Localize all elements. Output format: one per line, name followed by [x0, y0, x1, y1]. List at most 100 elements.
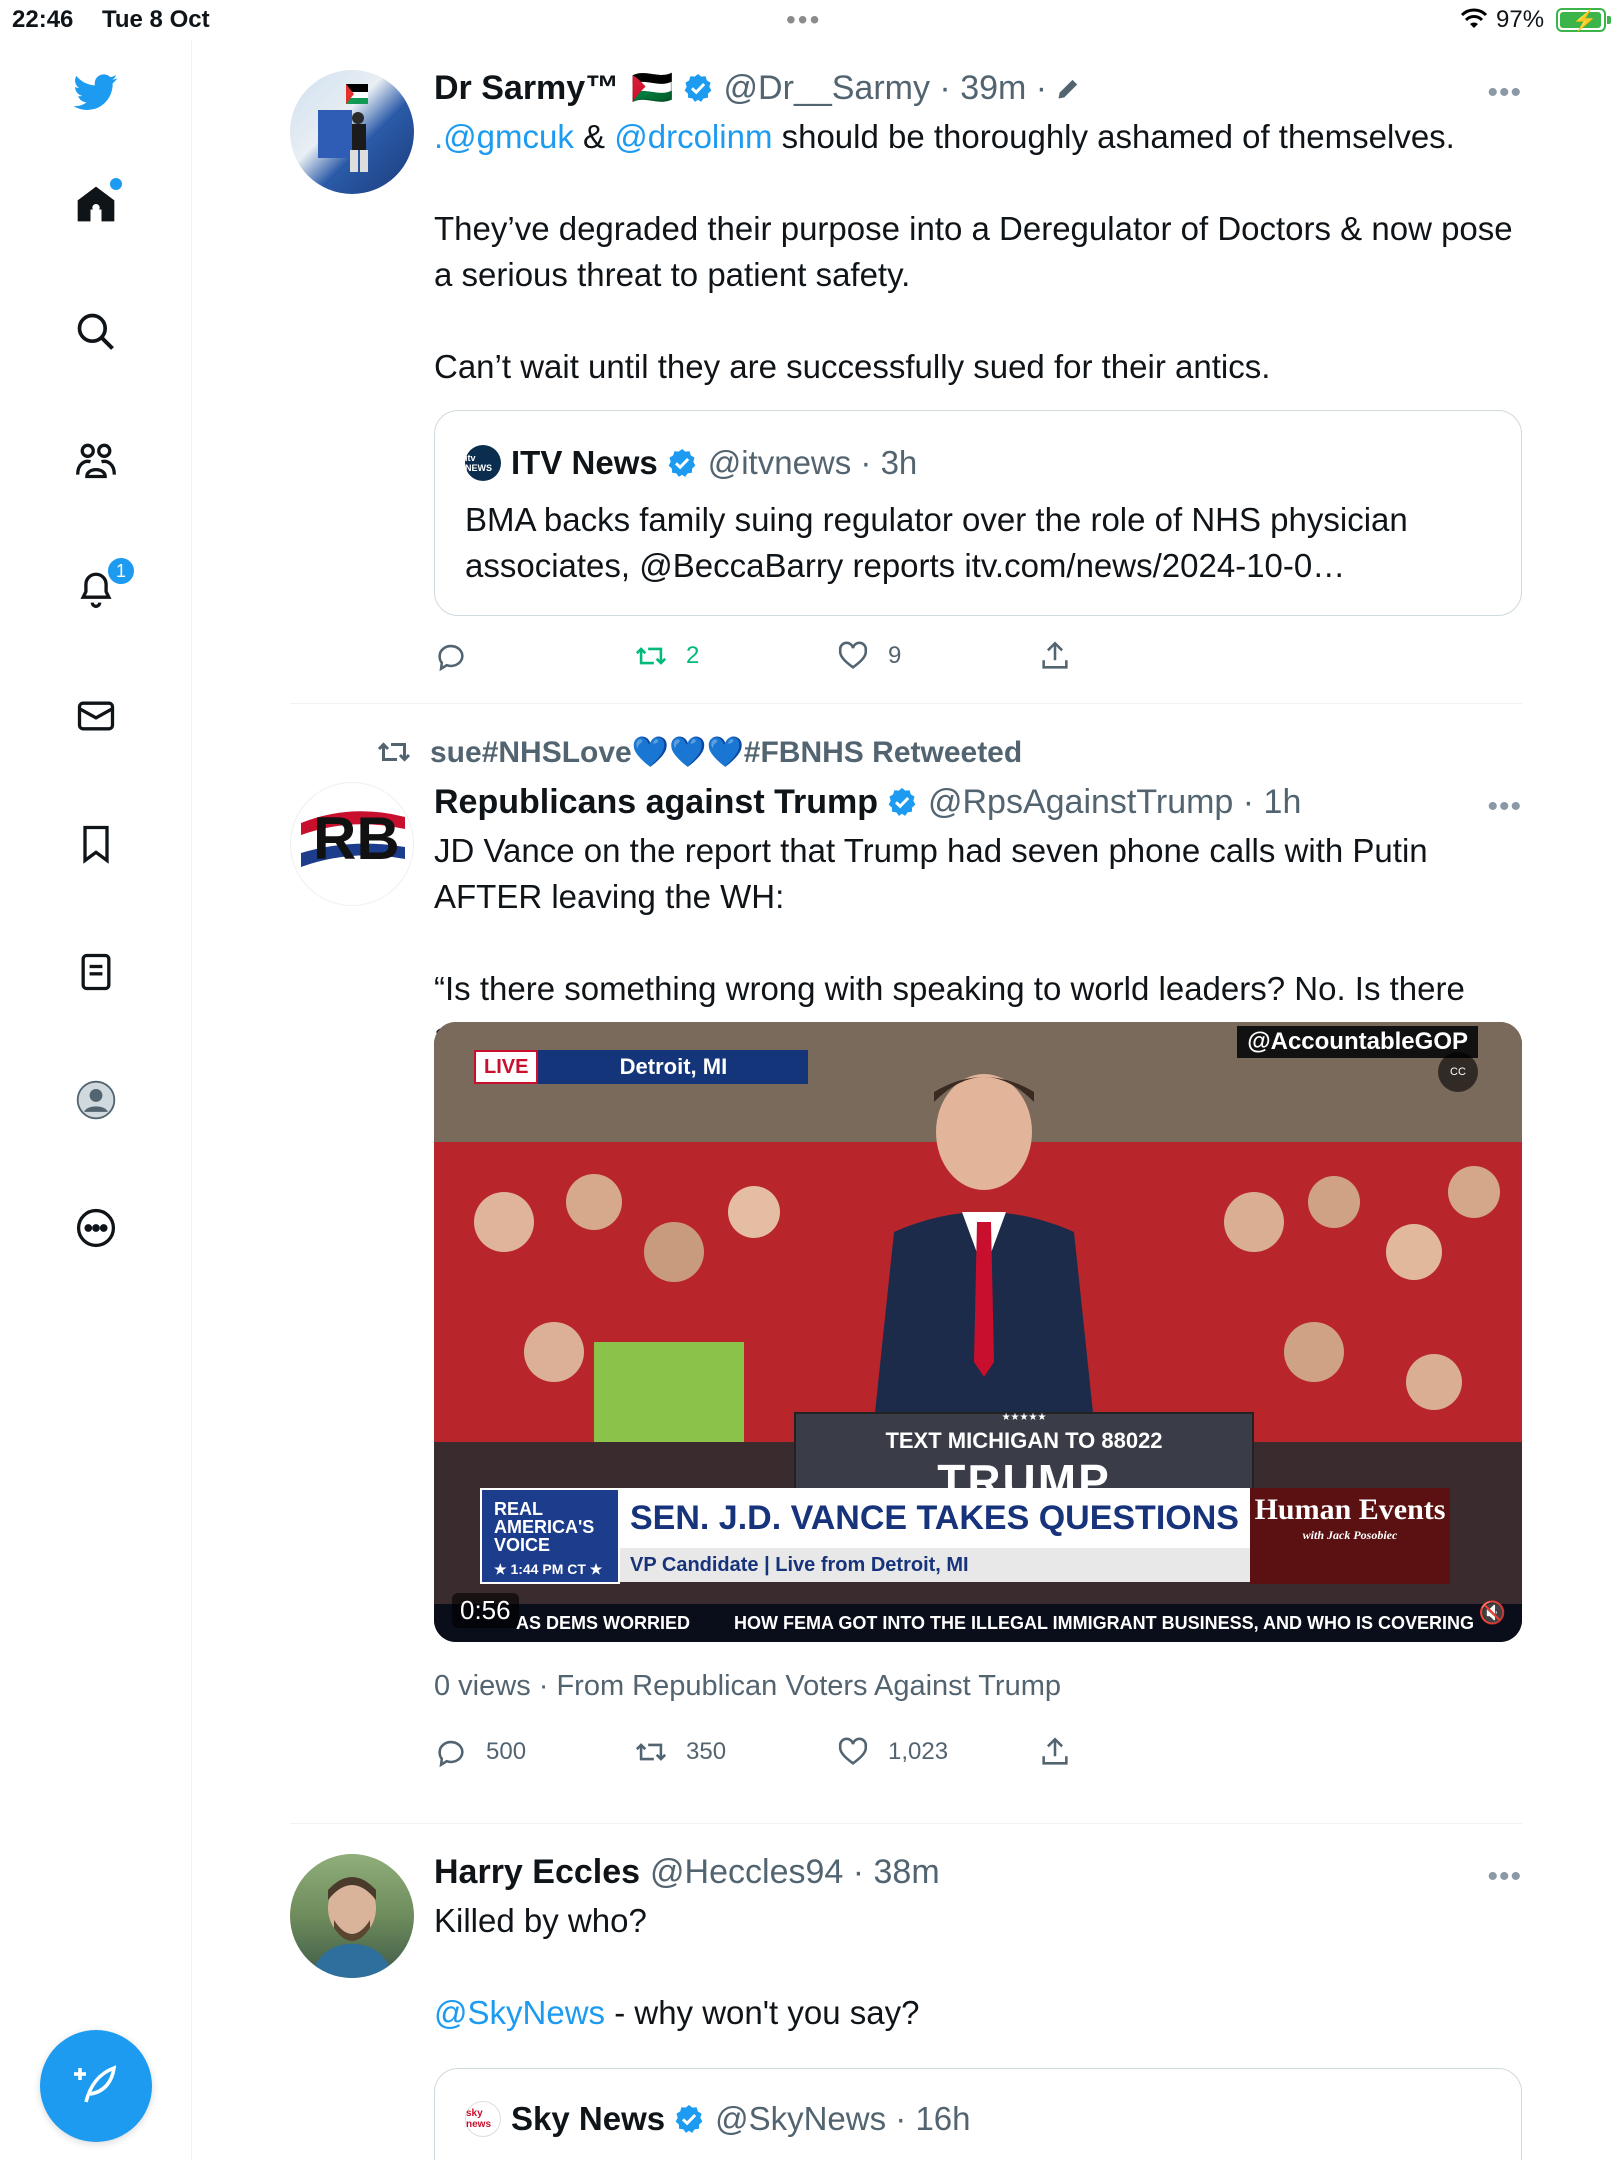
retweet-icon: [635, 1743, 667, 1761]
retweet-icon: [377, 742, 411, 762]
like-button[interactable]: 9: [836, 634, 901, 678]
speaker-figure: [874, 1074, 1094, 1422]
author-handle[interactable]: @RpsAgainstTrump · 1h: [928, 780, 1301, 824]
mute-icon[interactable]: 🔇: [1479, 1600, 1506, 1626]
mention-link[interactable]: .@gmcuk: [434, 118, 574, 155]
like-count: 9: [888, 642, 902, 669]
tweet-text-paragraph: They’ve degraded their purpose into a De…: [434, 210, 1513, 293]
palestine-flag-emoji: 🇵🇸: [631, 69, 674, 107]
retweet-button[interactable]: 2: [634, 634, 699, 678]
reply-button[interactable]: 500: [434, 1730, 526, 1774]
avatar[interactable]: [290, 70, 414, 194]
chyron-subline: VP Candidate | Live from Detroit, MI: [620, 1548, 1250, 1582]
heart-icon: [838, 641, 868, 669]
video-player[interactable]: @AccountableGOP CC LIVE Detroit, MI ★★★★…: [434, 1022, 1522, 1642]
show-logo: Human Events with Jack Posobiec: [1250, 1488, 1450, 1584]
tweet[interactable]: Dr Sarmy™ 🇵🇸 @Dr__Sarmy · 39m · ••• .@gm…: [290, 40, 1522, 704]
network-logo: REAL AMERICA'S VOICE ★ 1:44 PM CT ★: [480, 1488, 620, 1584]
communities-icon[interactable]: [70, 434, 122, 486]
live-location-bar: LIVE Detroit, MI: [474, 1050, 809, 1084]
author-handle[interactable]: @Dr__Sarmy · 39m ·: [724, 66, 1048, 110]
tweet-text: Killed by who?: [434, 1902, 647, 1939]
share-icon: [1042, 641, 1068, 669]
like-count: 1,023: [888, 1738, 949, 1765]
reply-icon: [438, 1740, 464, 1768]
itv-news-logo: itv NEWS: [465, 445, 501, 481]
battery-icon: ⚡: [1556, 8, 1611, 32]
twitter-logo-icon[interactable]: [70, 66, 122, 118]
author-name[interactable]: Harry Eccles: [434, 1850, 640, 1894]
like-button[interactable]: 1,023: [836, 1730, 948, 1774]
quoted-tweet[interactable]: sky news Sky News @SkyNews · 16h: [434, 2068, 1522, 2160]
avatar[interactable]: [290, 1854, 414, 1978]
verified-badge-icon: [888, 788, 916, 816]
avatar[interactable]: RB: [290, 782, 414, 906]
quoted-tweet-text: BMA backs family suing regulator over th…: [465, 501, 1408, 584]
tweet-text: .@gmcuk & @drcolinm should be thoroughly…: [434, 118, 1455, 155]
timeline-feed: Dr Sarmy™ 🇵🇸 @Dr__Sarmy · 39m · ••• .@gm…: [290, 40, 1522, 2160]
quoted-author-name: Sky News: [511, 2100, 666, 2137]
share-icon: [1042, 1737, 1068, 1765]
news-ticker: AS DEMS WORRIED HOW FEMA GOT INTO THE IL…: [434, 1604, 1522, 1642]
quoted-author-name: ITV News: [511, 444, 658, 481]
tweet[interactable]: Harry Eccles @Heccles94 · 38m ••• Killed…: [290, 1824, 1522, 2160]
tweet-more-button[interactable]: •••: [1487, 790, 1522, 824]
tweet-more-button[interactable]: •••: [1487, 1860, 1522, 1894]
news-chyron: REAL AMERICA'S VOICE ★ 1:44 PM CT ★ SEN.…: [480, 1488, 1478, 1588]
retweet-count: 2: [686, 642, 700, 669]
home-icon[interactable]: [70, 178, 122, 230]
bookmarks-icon[interactable]: [70, 818, 122, 870]
closed-captions-icon[interactable]: CC: [1438, 1052, 1478, 1092]
messages-icon[interactable]: [70, 690, 122, 742]
quoted-author-handle: @SkyNews · 16h: [715, 2100, 971, 2137]
share-button[interactable]: [1038, 634, 1090, 678]
location-label: Detroit, MI: [538, 1050, 809, 1084]
tweet-actions: 2 9: [434, 634, 1134, 678]
reply-count: 500: [486, 1738, 527, 1765]
quoted-tweet[interactable]: itv NEWS ITV News @itvnews · 3h BMA back…: [434, 410, 1522, 616]
reply-button[interactable]: [434, 634, 486, 678]
mention-link[interactable]: @SkyNews: [434, 1994, 605, 2031]
tweet[interactable]: sue#NHSLove💙💙💙#FBNHS Retweeted RB Republ…: [290, 704, 1522, 1824]
profile-avatar-icon[interactable]: [70, 1074, 122, 1126]
tweet-text: JD Vance on the report that Trump had se…: [434, 832, 1428, 915]
verified-badge-icon: [684, 74, 711, 102]
podium-text: TEXT MICHIGAN TO 88022: [885, 1428, 1163, 1453]
verified-badge-icon: [668, 449, 696, 477]
share-button[interactable]: [1038, 1730, 1090, 1774]
tweet-actions: 500 350 1,023: [434, 1730, 1134, 1774]
lists-icon[interactable]: [70, 946, 122, 998]
avatar-letter-r: RB: [313, 805, 400, 872]
home-unread-dot: [110, 178, 122, 190]
battery-percent: 97%: [1496, 6, 1545, 33]
quoted-author-handle: @itvnews · 3h: [707, 444, 918, 481]
heart-icon: [838, 1737, 868, 1765]
tweet-more-button[interactable]: •••: [1487, 76, 1522, 110]
retweet-button[interactable]: 350: [634, 1730, 726, 1774]
notifications-badge: 1: [106, 556, 136, 586]
chyron-headline: SEN. J.D. VANCE TAKES QUESTIONS: [620, 1488, 1250, 1548]
more-options-icon[interactable]: [70, 1202, 122, 1254]
search-icon[interactable]: [70, 306, 122, 358]
retweeted-by-line[interactable]: sue#NHSLove💙💙💙#FBNHS Retweeted: [376, 734, 1022, 770]
edited-pencil-icon[interactable]: [1055, 74, 1083, 102]
wifi-icon: [1460, 8, 1488, 28]
watermark-tag: @AccountableGOP: [1237, 1026, 1478, 1058]
author-name[interactable]: Republicans against Trump: [434, 780, 878, 824]
multitasking-dots[interactable]: •••: [786, 4, 821, 36]
notifications-bell-icon[interactable]: 1: [70, 556, 136, 614]
reply-icon: [438, 644, 464, 672]
mention-link[interactable]: @drcolinm: [614, 118, 772, 155]
date: Tue 8 Oct: [102, 6, 210, 33]
sidebar: 1: [0, 40, 192, 2160]
status-bar: 22:46 Tue 8 Oct ••• 97% ⚡: [0, 0, 1620, 40]
author-handle[interactable]: @Heccles94 · 38m: [650, 1850, 940, 1894]
live-badge: LIVE: [474, 1050, 539, 1084]
video-meta: 0 views · From Republican Voters Against…: [434, 1670, 1061, 1702]
compose-tweet-button[interactable]: [40, 2030, 152, 2142]
author-name[interactable]: Dr Sarmy™: [434, 66, 619, 110]
clock: 22:46: [12, 6, 74, 33]
sky-news-logo: sky news: [465, 2101, 501, 2137]
tweet-text-paragraph: Can’t wait until they are successfully s…: [434, 348, 1271, 385]
retweet-icon: [635, 647, 667, 665]
